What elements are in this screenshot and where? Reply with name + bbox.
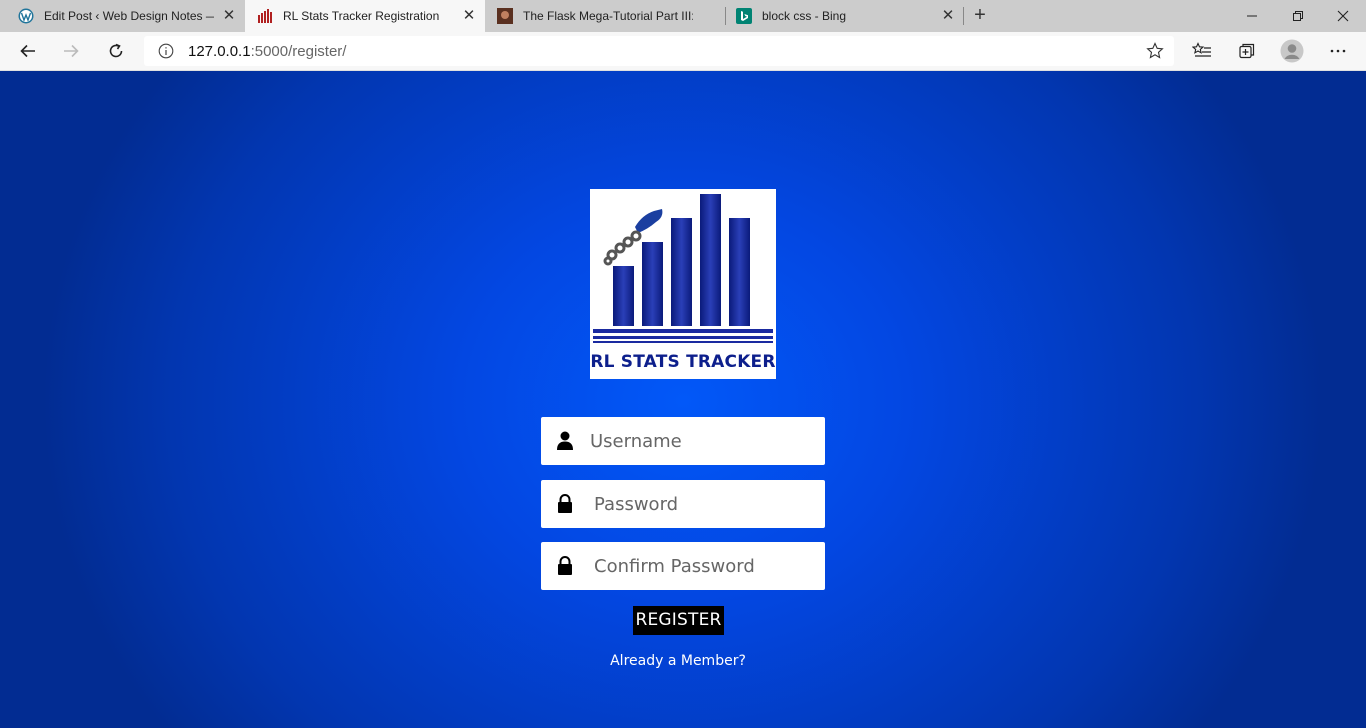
url-text: 127.0.0.1:5000/register/ <box>188 43 346 60</box>
favorite-star-icon[interactable] <box>1146 42 1164 60</box>
restore-button[interactable] <box>1275 0 1321 32</box>
username-field[interactable] <box>541 417 825 465</box>
profile-button[interactable] <box>1277 36 1307 66</box>
url-path: :5000/register/ <box>250 42 347 60</box>
tab-separator <box>963 7 964 25</box>
bing-icon <box>736 8 752 24</box>
arrow-left-icon <box>20 44 35 58</box>
tab-title: RL Stats Tracker Registration <box>283 9 440 23</box>
new-tab-button[interactable]: + <box>968 4 992 28</box>
address-bar[interactable]: 127.0.0.1:5000/register/ <box>144 36 1174 66</box>
close-window-button[interactable] <box>1320 0 1366 32</box>
favorites-button[interactable] <box>1187 36 1217 66</box>
forward-button[interactable] <box>56 36 86 66</box>
lock-icon <box>558 494 572 513</box>
restore-icon <box>1293 11 1303 21</box>
register-button[interactable]: REGISTER <box>633 606 724 635</box>
site-logo: RL STATS TRACKER <box>590 189 776 379</box>
tab-flask-tutorial[interactable]: The Flask Mega-Tutorial Part III: W <box>485 0 725 32</box>
tab-bing[interactable]: block css - Bing ✕ <box>726 0 964 32</box>
collections-icon <box>1239 43 1255 59</box>
close-icon <box>1337 10 1349 22</box>
flask-author-icon <box>497 8 513 24</box>
arrow-right-icon <box>64 44 79 58</box>
rl-stats-icon <box>258 9 272 23</box>
info-icon[interactable] <box>158 43 174 59</box>
refresh-button[interactable] <box>101 36 131 66</box>
lock-icon <box>558 556 572 575</box>
favorites-list-icon <box>1192 42 1211 57</box>
password-input[interactable] <box>594 480 824 528</box>
close-tab-icon[interactable]: ✕ <box>461 8 477 24</box>
user-icon <box>557 431 573 450</box>
bar-chart-icon <box>593 194 773 343</box>
settings-more-button[interactable] <box>1323 36 1353 66</box>
minimize-icon <box>1247 15 1257 17</box>
already-member-link[interactable]: Already a Member? <box>0 653 1356 669</box>
refresh-icon <box>109 43 123 58</box>
wordpress-icon <box>18 8 34 24</box>
url-host: 127.0.0.1 <box>188 42 251 60</box>
tab-edit-post[interactable]: Edit Post ‹ Web Design Notes — ✕ <box>0 0 245 32</box>
more-dots-icon <box>1330 49 1346 53</box>
tab-title: block css - Bing <box>762 9 847 23</box>
tab-title: The Flask Mega-Tutorial Part III: W <box>523 9 693 23</box>
password-field[interactable] <box>541 480 825 528</box>
page-content: RL STATS TRACKER REGISTER Already a Memb… <box>0 71 1366 728</box>
logo-text: RL STATS TRACKER <box>590 352 776 372</box>
confirm-password-field[interactable] <box>541 542 825 590</box>
tab-strip: Edit Post ‹ Web Design Notes — ✕ RL Stat… <box>0 0 1366 32</box>
username-input[interactable] <box>590 417 820 465</box>
minimize-button[interactable] <box>1229 0 1275 32</box>
browser-toolbar: 127.0.0.1:5000/register/ <box>0 32 1366 71</box>
close-tab-icon[interactable]: ✕ <box>221 8 237 24</box>
close-tab-icon[interactable]: ✕ <box>940 8 956 24</box>
confirm-password-input[interactable] <box>594 542 824 590</box>
back-button[interactable] <box>13 36 43 66</box>
tab-title: Edit Post ‹ Web Design Notes — <box>44 9 214 23</box>
avatar <box>1280 39 1304 63</box>
collections-button[interactable] <box>1232 36 1262 66</box>
tab-registration[interactable]: RL Stats Tracker Registration ✕ <box>245 0 485 32</box>
